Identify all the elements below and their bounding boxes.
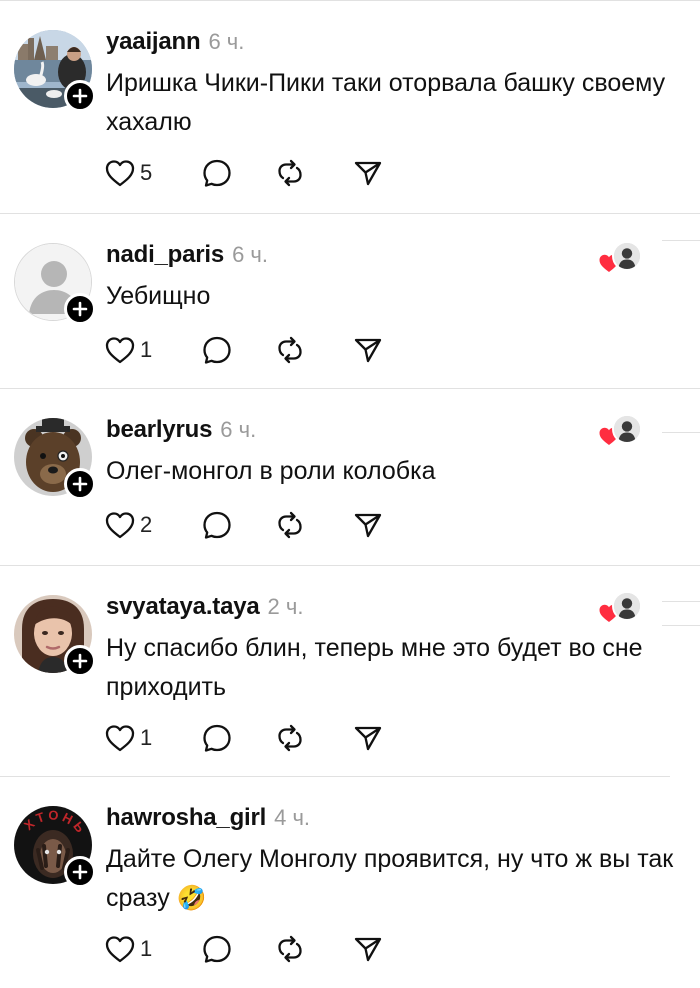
repost-button[interactable] [274, 155, 306, 191]
author-liked-indicator [598, 591, 644, 623]
plus-icon [72, 476, 88, 492]
repost-button[interactable] [274, 332, 306, 368]
username[interactable]: yaaijann [106, 28, 201, 56]
paper-plane-icon [354, 937, 382, 962]
repost-arrows-icon [278, 159, 302, 187]
like-count: 1 [140, 936, 153, 961]
comment-text: Ну спасибо блин, теперь мне это будет во… [106, 634, 643, 701]
comment-post: ХТОНЬ hawrosha_girl 4 ч. Дайте Олегу Мон… [0, 776, 700, 988]
author-avatar [612, 414, 642, 444]
post-meta: svyataya.taya 2 ч. [106, 593, 303, 623]
follow-button[interactable] [64, 468, 96, 500]
reply-button[interactable] [201, 720, 233, 756]
repost-arrows-icon [278, 336, 302, 364]
comment-text: Олег-монгол в роли колобка [106, 457, 436, 485]
speech-bubble-icon [203, 724, 231, 752]
author-avatar [612, 591, 642, 621]
timestamp: 6 ч. [232, 242, 268, 267]
author-liked-indicator [598, 414, 644, 446]
repost-button[interactable] [274, 720, 306, 756]
avatar[interactable] [14, 595, 96, 677]
heart-outline-icon [105, 512, 135, 539]
repost-arrows-icon [278, 935, 302, 963]
post-meta: yaaijann 6 ч. [106, 28, 244, 58]
speech-bubble-icon [203, 336, 231, 364]
timestamp: 6 ч. [220, 417, 257, 442]
plus-icon [72, 88, 88, 104]
like-count: 1 [140, 337, 153, 362]
like-count: 1 [140, 725, 153, 750]
repost-arrows-icon [278, 511, 302, 539]
paper-plane-icon [354, 161, 382, 186]
avatar[interactable] [14, 418, 96, 500]
avatar[interactable]: ХТОНЬ [14, 806, 96, 888]
author-avatar [612, 241, 642, 271]
like-button[interactable]: 2 [104, 507, 152, 543]
username[interactable]: bearlyrus [106, 416, 212, 444]
reply-button[interactable] [201, 931, 233, 967]
paper-plane-icon [354, 513, 382, 538]
repost-button[interactable] [274, 507, 306, 543]
plus-icon [72, 301, 88, 317]
like-button[interactable]: 1 [104, 720, 152, 756]
like-count: 5 [140, 160, 153, 185]
heart-outline-icon [105, 936, 135, 963]
post-meta: hawrosha_girl 4 ч. [106, 804, 310, 834]
plus-icon [72, 653, 88, 669]
speech-bubble-icon [203, 511, 231, 539]
avatar[interactable] [14, 30, 96, 112]
paper-plane-icon [354, 338, 382, 363]
username[interactable]: svyataya.taya [106, 593, 260, 621]
reply-button[interactable] [201, 155, 233, 191]
repost-button[interactable] [274, 931, 306, 967]
post-meta: bearlyrus 6 ч. [106, 416, 256, 446]
post-meta: nadi_paris 6 ч. [106, 241, 268, 271]
paper-plane-icon [354, 726, 382, 751]
like-button[interactable]: 1 [104, 332, 152, 368]
comment-post: nadi_paris 6 ч. Уебищно 1 [0, 213, 700, 388]
heart-outline-icon [105, 337, 135, 364]
share-button[interactable] [352, 720, 384, 756]
comment-text: Уебищно [106, 282, 211, 310]
username[interactable]: hawrosha_girl [106, 804, 266, 832]
share-button[interactable] [352, 507, 384, 543]
reply-button[interactable] [201, 332, 233, 368]
repost-arrows-icon [278, 724, 302, 752]
share-button[interactable] [352, 332, 384, 368]
like-button[interactable]: 1 [104, 931, 152, 967]
follow-button[interactable] [64, 293, 96, 325]
plus-icon [72, 864, 88, 880]
share-button[interactable] [352, 931, 384, 967]
speech-bubble-icon [203, 159, 231, 187]
comment-text: Иришка Чики-Пики таки оторвала башку сво… [106, 69, 666, 136]
follow-button[interactable] [64, 856, 96, 888]
username[interactable]: nadi_paris [106, 241, 224, 269]
heart-outline-icon [105, 725, 135, 752]
timestamp: 2 ч. [267, 594, 304, 619]
heart-outline-icon [105, 160, 135, 187]
comment-text: Дайте Олегу Монголу проявится, ну что ж … [106, 840, 686, 918]
share-button[interactable] [352, 155, 384, 191]
follow-button[interactable] [64, 80, 96, 112]
like-button[interactable]: 5 [104, 155, 152, 191]
author-liked-indicator [598, 241, 644, 273]
speech-bubble-icon [203, 935, 231, 963]
comment-post: bearlyrus 6 ч. Олег-монгол в роли колобк… [0, 388, 700, 565]
comment-post: svyataya.taya 2 ч. Ну спасибо блин, тепе… [0, 565, 700, 776]
timestamp: 6 ч. [208, 29, 245, 54]
follow-button[interactable] [64, 645, 96, 677]
like-count: 2 [140, 512, 153, 537]
timestamp: 4 ч. [274, 805, 311, 830]
reply-button[interactable] [201, 507, 233, 543]
rofl-emoji: 🤣 [176, 885, 207, 912]
avatar[interactable] [14, 243, 96, 325]
comment-post: yaaijann 6 ч. Иришка Чики-Пики таки отор… [0, 0, 700, 213]
